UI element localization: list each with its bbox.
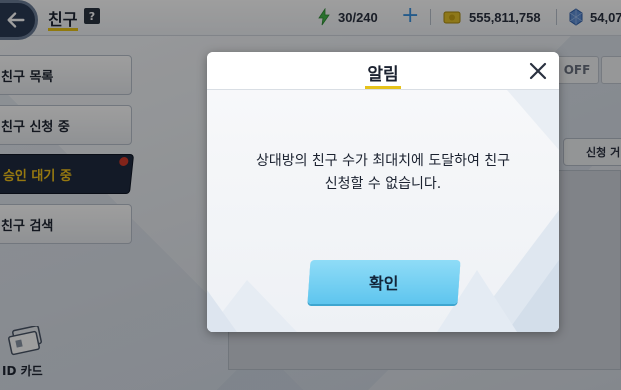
dialog-header: 알림 — [207, 52, 559, 90]
message-line: 신청할 수 없습니다. — [324, 176, 442, 192]
close-button[interactable] — [527, 60, 549, 82]
confirm-button[interactable]: 확인 — [307, 260, 461, 304]
dialog-body: 상대방의 친구 수가 최대치에 도달하여 친구 신청할 수 없습니다. 확인 — [207, 90, 559, 332]
message-line: 상대방의 친구 수가 최대치에 도달하여 친구 — [255, 153, 511, 169]
dialog-message: 상대방의 친구 수가 최대치에 도달하여 친구 신청할 수 없습니다. — [227, 150, 539, 196]
title-underline — [365, 86, 401, 89]
dialog-title: 알림 — [367, 65, 399, 85]
close-icon — [529, 62, 547, 80]
confirm-label: 확인 — [369, 274, 399, 293]
alert-dialog: 알림 상대방의 친구 수가 최대치에 도달하여 친구 신청할 수 없습니다. 확… — [207, 52, 559, 332]
